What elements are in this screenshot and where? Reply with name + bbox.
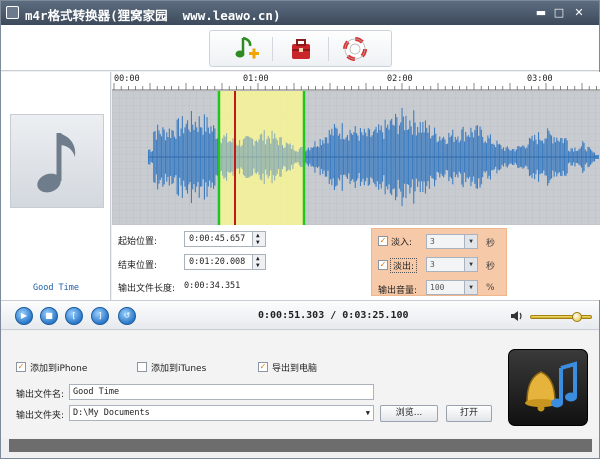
filename-input[interactable]: Good Time — [69, 384, 374, 400]
length-label: 输出文件长度: — [118, 284, 176, 294]
transport-bar: ▶ ■ [ ] ↺ 0:00:51.303 / 0:03:25.100 — [1, 300, 599, 330]
add-iphone-checkbox[interactable]: ✓ — [16, 362, 26, 372]
volume-knob[interactable] — [572, 312, 582, 322]
output-panel: ✓ 添加到iPhone 添加到iTunes ✓ 导出到电脑 输出文件名: Goo… — [1, 331, 599, 438]
play-selection-button[interactable]: ↺ — [118, 307, 136, 325]
start-spinbox[interactable]: 0:00:45.657 ▲ ▼ — [184, 231, 266, 247]
album-art — [10, 114, 104, 208]
folder-value: D:\My Documents — [73, 408, 150, 418]
fade-out-label: 淡出: — [390, 258, 418, 273]
export-pc-label: 导出到电脑 — [272, 364, 318, 374]
volume-select[interactable]: 100 ▼ — [426, 280, 478, 295]
volume-slider[interactable] — [530, 312, 592, 322]
end-label: 结束位置: — [118, 261, 158, 271]
selection-overlay — [219, 91, 304, 225]
folder-label: 输出文件夹: — [16, 411, 65, 421]
app-window: m4r格式转换器(狸窝家园 www.leawo.cn) ▬ □ ✕ Good T… — [0, 0, 600, 459]
play-button[interactable]: ▶ — [15, 307, 33, 325]
tick-label: 02:00 — [387, 74, 413, 84]
volume-unit: % — [486, 283, 495, 293]
filename-label: 输出文件名: — [16, 390, 65, 400]
set-end-button[interactable]: ] — [91, 307, 109, 325]
minimize-button[interactable]: ▬ — [534, 6, 548, 20]
app-icon — [6, 6, 19, 19]
track-panel: Good Time — [1, 72, 111, 300]
title-bar: m4r格式转换器(狸窝家园 www.leawo.cn) ▬ □ ✕ — [1, 1, 599, 25]
open-button[interactable]: 打开 — [446, 405, 492, 422]
fade-out-checkbox[interactable]: ✓ — [378, 260, 388, 270]
chevron-down-icon[interactable]: ▼ — [366, 406, 370, 420]
help-lifebuoy-icon[interactable] — [340, 35, 370, 63]
chevron-down-icon[interactable]: ▼ — [464, 235, 477, 248]
end-value: 0:01:20.008 — [189, 257, 246, 267]
stop-button[interactable]: ■ — [40, 307, 58, 325]
close-button[interactable]: ✕ — [572, 6, 586, 20]
tick-label: 03:00 — [527, 74, 553, 84]
tick-label: 00:00 — [114, 74, 140, 84]
fade-in-unit: 秒 — [486, 239, 496, 249]
fade-in-label: 淡入: — [391, 238, 413, 248]
tool-group — [209, 30, 392, 67]
fade-out-unit: 秒 — [486, 262, 496, 272]
convert-button[interactable] — [508, 349, 588, 426]
status-bar — [9, 439, 592, 452]
add-iphone-label: 添加到iPhone — [30, 364, 88, 374]
fade-in-value: 3 — [430, 237, 435, 246]
end-spinbox[interactable]: 0:01:20.008 ▲ ▼ — [184, 254, 266, 270]
toolbar-separator — [272, 37, 273, 61]
add-itunes-label: 添加到iTunes — [151, 364, 207, 374]
spin-down-icon[interactable]: ▼ — [256, 240, 260, 246]
timeline-ruler: 00:00 01:00 02:00 03:00 — [112, 72, 600, 91]
waveform[interactable] — [112, 91, 600, 225]
add-file-icon[interactable] — [232, 35, 262, 63]
length-value: 0:00:34.351 — [184, 281, 241, 291]
toolbox-icon[interactable] — [286, 35, 316, 63]
fade-out-select[interactable]: 3 ▼ — [426, 257, 478, 272]
chevron-down-icon[interactable]: ▼ — [464, 258, 477, 271]
browse-button[interactable]: 浏览... — [380, 405, 438, 422]
start-label: 起始位置: — [118, 237, 158, 247]
toolbar — [1, 25, 599, 71]
folder-select[interactable]: D:\My Documents ▼ — [69, 405, 374, 421]
speaker-icon[interactable] — [510, 309, 524, 323]
tick-label: 01:00 — [243, 74, 269, 84]
time-readout: 0:00:51.303 / 0:03:25.100 — [258, 310, 409, 321]
spin-buttons[interactable]: ▲ ▼ — [252, 255, 265, 269]
chevron-down-icon[interactable]: ▼ — [464, 281, 477, 294]
volume-value: 100 — [430, 283, 445, 292]
spin-buttons[interactable]: ▲ ▼ — [252, 232, 265, 246]
fade-in-select[interactable]: 3 ▼ — [426, 234, 478, 249]
track-name: Good Time — [32, 283, 80, 293]
fade-out-value: 3 — [430, 260, 435, 269]
toolbar-separator — [328, 37, 329, 61]
music-note-icon — [37, 133, 76, 193]
add-itunes-checkbox[interactable] — [137, 362, 147, 372]
fade-in-checkbox[interactable]: ✓ — [378, 236, 388, 246]
start-value: 0:00:45.657 — [189, 234, 246, 244]
fade-settings: ✓ 淡入: 3 ▼ 秒 ✓ 淡出: 3 ▼ 秒 输出音量: 100 ▼ % — [371, 228, 507, 296]
convert-bell-note-icon — [525, 361, 577, 412]
position-panel: 起始位置: 0:00:45.657 ▲ ▼ 结束位置: 0:01:20.008 ▲… — [112, 225, 600, 300]
export-pc-checkbox[interactable]: ✓ — [258, 362, 268, 372]
maximize-button[interactable]: □ — [552, 6, 566, 20]
window-title: m4r格式转换器(狸窝家园 www.leawo.cn) — [25, 8, 281, 23]
set-start-button[interactable]: [ — [65, 307, 83, 325]
volume-label: 输出音量: — [378, 286, 418, 296]
spin-down-icon[interactable]: ▼ — [256, 263, 260, 269]
